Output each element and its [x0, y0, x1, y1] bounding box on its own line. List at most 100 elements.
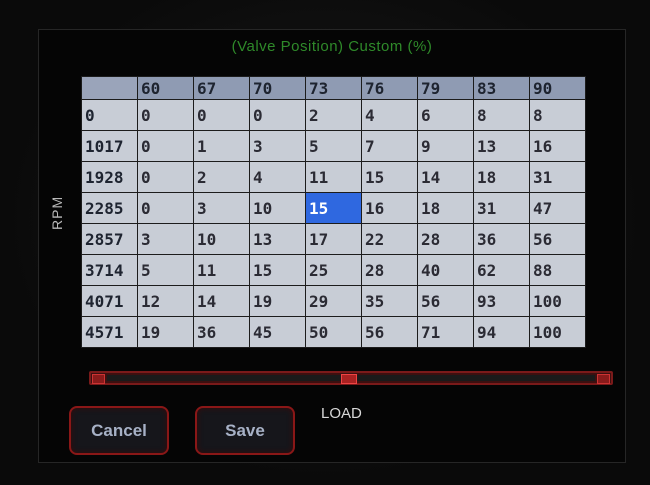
table-cell[interactable]: 0 — [249, 99, 306, 131]
row-header-rpm: 4571 — [81, 316, 138, 348]
table-cell[interactable]: 10 — [249, 192, 306, 224]
column-header-row: 60 67 70 73 76 79 83 90 — [81, 76, 586, 100]
table-cell[interactable]: 12 — [137, 285, 194, 317]
table-row: 2285 0 3 10 15 16 18 31 47 — [81, 192, 586, 224]
table-cell[interactable]: 94 — [473, 316, 530, 348]
corner-cell — [81, 76, 138, 100]
table-cell[interactable]: 8 — [529, 99, 586, 131]
column-header-load: 70 — [249, 76, 306, 100]
table-cell[interactable]: 28 — [417, 223, 474, 255]
column-header-load: 67 — [193, 76, 250, 100]
table-cell[interactable]: 25 — [305, 254, 362, 286]
table-cell[interactable]: 15 — [249, 254, 306, 286]
table-cell[interactable]: 7 — [361, 130, 418, 162]
table-cell[interactable]: 0 — [137, 192, 194, 224]
column-header-load: 83 — [473, 76, 530, 100]
table-row: 2857 3 10 13 17 22 28 36 56 — [81, 223, 586, 255]
selected-table-cell[interactable]: 15 — [305, 192, 362, 224]
table-cell[interactable]: 50 — [305, 316, 362, 348]
row-header-rpm: 2857 — [81, 223, 138, 255]
table-cell[interactable]: 14 — [417, 161, 474, 193]
table-cell[interactable]: 36 — [193, 316, 250, 348]
table-cell[interactable]: 2 — [193, 161, 250, 193]
table-cell[interactable]: 0 — [137, 161, 194, 193]
table-cell[interactable]: 4 — [249, 161, 306, 193]
table-cell[interactable]: 14 — [193, 285, 250, 317]
table-cell[interactable]: 47 — [529, 192, 586, 224]
table-cell[interactable]: 11 — [305, 161, 362, 193]
table-cell[interactable]: 9 — [417, 130, 474, 162]
column-header-load: 60 — [137, 76, 194, 100]
table-cell[interactable]: 31 — [529, 161, 586, 193]
table-cell[interactable]: 56 — [529, 223, 586, 255]
table-title: (Valve Position) Custom (%) — [231, 38, 433, 55]
table-cell[interactable]: 35 — [361, 285, 418, 317]
table-cell[interactable]: 16 — [361, 192, 418, 224]
valve-position-table: 60 67 70 73 76 79 83 90 0 0 0 0 2 4 6 8 8 1017 0 1 3 5 7 9 13 16… — [81, 76, 586, 348]
row-header-rpm: 2285 — [81, 192, 138, 224]
scroll-right-arrow[interactable] — [597, 374, 610, 384]
table-cell[interactable]: 18 — [473, 161, 530, 193]
table-row: 000024688 — [81, 99, 586, 131]
table-cell[interactable]: 18 — [417, 192, 474, 224]
table-cell[interactable]: 100 — [529, 316, 586, 348]
table-cell[interactable]: 13 — [249, 223, 306, 255]
row-header-rpm: 0 — [81, 99, 138, 131]
table-cell[interactable]: 40 — [417, 254, 474, 286]
table-cell[interactable]: 28 — [361, 254, 418, 286]
table-cell[interactable]: 5 — [137, 254, 194, 286]
row-header-rpm: 3714 — [81, 254, 138, 286]
table-cell[interactable]: 1 — [193, 130, 250, 162]
table-row: 1017 0 1 3 5 7 9 13 16 — [81, 130, 586, 162]
table-cell[interactable]: 71 — [417, 316, 474, 348]
scroll-track[interactable] — [107, 374, 595, 384]
table-cell[interactable]: 16 — [529, 130, 586, 162]
table-cell[interactable]: 56 — [417, 285, 474, 317]
table-cell[interactable]: 2 — [305, 99, 362, 131]
table-cell[interactable]: 31 — [473, 192, 530, 224]
table-cell[interactable]: 100 — [529, 285, 586, 317]
table-cell[interactable]: 29 — [305, 285, 362, 317]
table-row: 1928 0 2 4 11 15 14 18 31 — [81, 161, 586, 193]
table-cell[interactable]: 6 — [417, 99, 474, 131]
table-cell[interactable]: 11 — [193, 254, 250, 286]
touch-screen: (Valve Position) Custom (%) RPM 60 67 70 73… — [38, 29, 626, 463]
scroll-thumb[interactable] — [341, 374, 358, 384]
table-cell[interactable]: 17 — [305, 223, 362, 255]
table-cell[interactable]: 19 — [137, 316, 194, 348]
table-cell[interactable]: 93 — [473, 285, 530, 317]
table-cell[interactable]: 3 — [137, 223, 194, 255]
table-cell[interactable]: 13 — [473, 130, 530, 162]
column-header-load: 79 — [417, 76, 474, 100]
table-cell[interactable]: 5 — [305, 130, 362, 162]
column-header-load: 76 — [361, 76, 418, 100]
table-cell[interactable]: 88 — [529, 254, 586, 286]
row-header-rpm: 1928 — [81, 161, 138, 193]
table-row: 3714 5 11 15 25 28 40 62 88 — [81, 254, 586, 286]
table-cell[interactable]: 56 — [361, 316, 418, 348]
table-cell[interactable]: 45 — [249, 316, 306, 348]
table-cell[interactable]: 0 — [137, 99, 194, 131]
table-cell[interactable]: 10 — [193, 223, 250, 255]
table-cell[interactable]: 8 — [473, 99, 530, 131]
table-cell[interactable]: 22 — [361, 223, 418, 255]
table-cell[interactable]: 15 — [361, 161, 418, 193]
row-header-rpm: 1017 — [81, 130, 138, 162]
column-header-load: 90 — [529, 76, 586, 100]
save-button[interactable]: Save — [195, 406, 295, 455]
scroll-left-arrow[interactable] — [92, 374, 105, 384]
table-cell[interactable]: 3 — [249, 130, 306, 162]
table-cell[interactable]: 3 — [193, 192, 250, 224]
table-cell[interactable]: 4 — [361, 99, 418, 131]
cancel-button[interactable]: Cancel — [69, 406, 169, 455]
table-cell[interactable]: 0 — [137, 130, 194, 162]
table-cell[interactable]: 19 — [249, 285, 306, 317]
column-header-load: 73 — [305, 76, 362, 100]
table-row: 4071 12 14 19 29 35 56 93 100 — [81, 285, 586, 317]
rpm-axis-label: RPM — [49, 195, 65, 230]
table-row: 4571 19 36 45 50 56 71 94 100 — [81, 316, 586, 348]
table-cell[interactable]: 36 — [473, 223, 530, 255]
horizontal-scrollbar[interactable] — [89, 371, 613, 385]
table-cell[interactable]: 0 — [193, 99, 250, 131]
table-cell[interactable]: 62 — [473, 254, 530, 286]
